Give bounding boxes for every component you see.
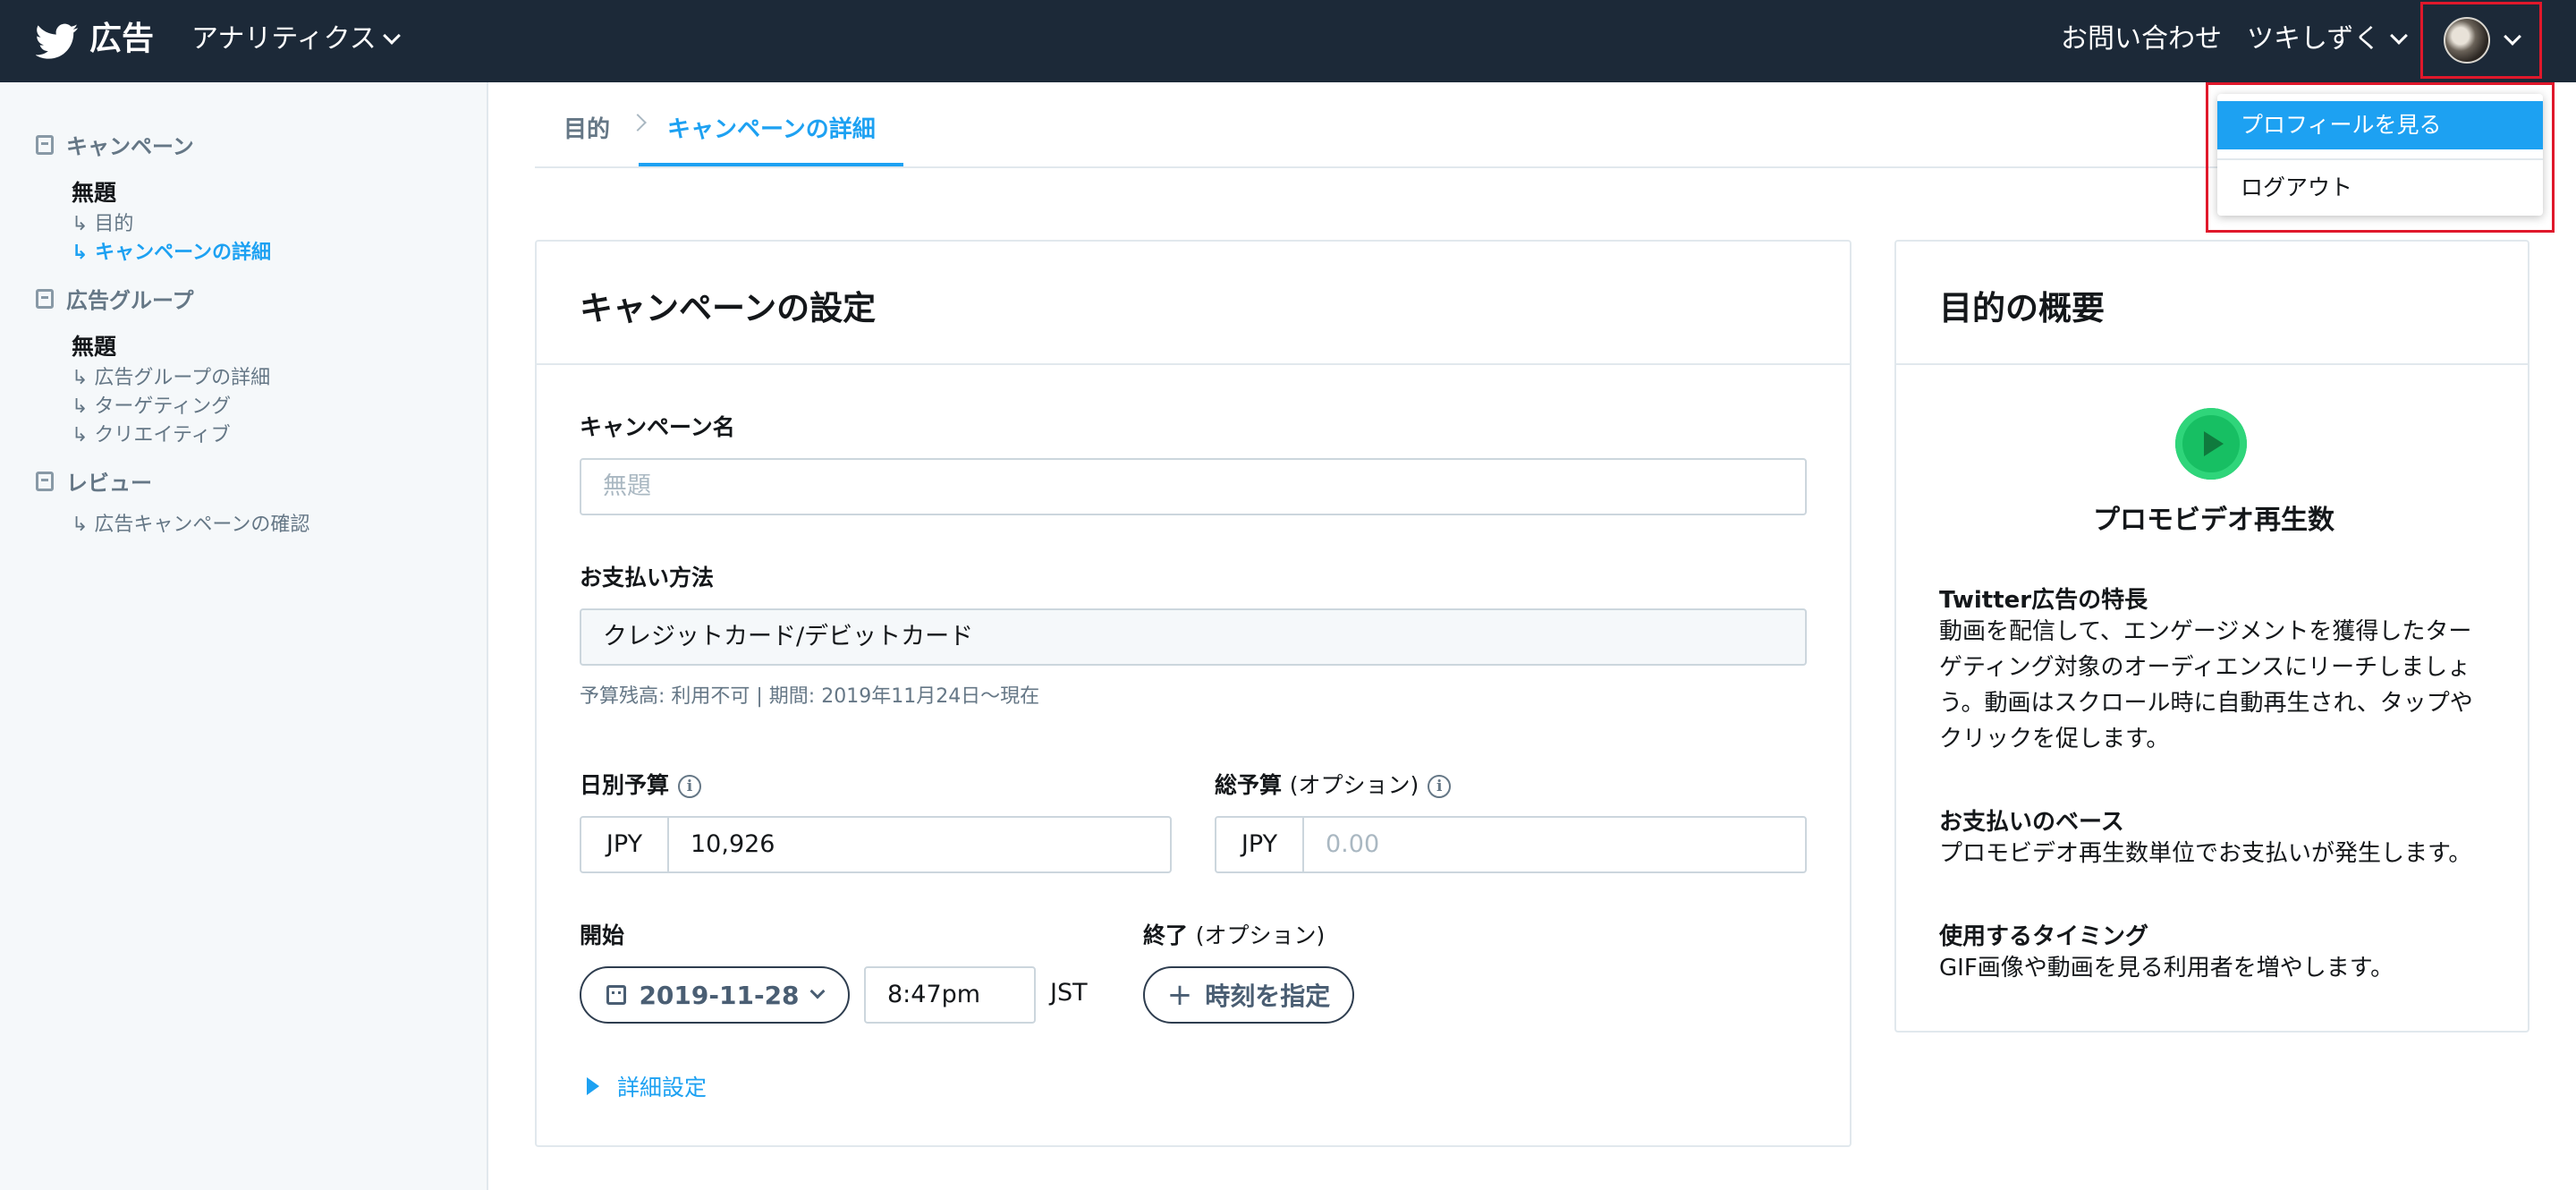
section-text: プロモビデオ再生数単位でお支払いが発生します。	[1939, 840, 2472, 867]
advanced-settings-label: 詳細設定	[617, 1075, 708, 1101]
section-text: GIF画像や動画を見る利用者を増やします。	[1939, 955, 2394, 982]
start-label: 開始	[580, 922, 625, 948]
daily-budget-field[interactable]: JPY 10,926	[580, 816, 1172, 873]
set-end-time-label: 時刻を指定	[1205, 982, 1331, 1011]
sidebar-item-objective[interactable]: ↳ 目的	[72, 208, 133, 236]
brand-label[interactable]: 広告	[89, 18, 154, 61]
info-icon[interactable]: i	[1428, 775, 1452, 798]
sidebar-adgroup-title: 無題	[72, 334, 117, 360]
card-divider	[1896, 363, 2528, 365]
calendar-icon	[606, 985, 627, 1005]
tab-campaign-details[interactable]: キャンペーンの詳細	[667, 111, 876, 144]
profile-menu-button[interactable]	[2420, 2, 2542, 79]
document-icon	[36, 288, 54, 309]
video-play-icon	[2175, 408, 2247, 480]
account-menu[interactable]: ツキしずく	[2247, 20, 2409, 59]
currency-label: JPY	[581, 818, 669, 871]
total-budget-field[interactable]: JPY 0.00	[1215, 816, 1807, 873]
dropdown-menu: プロフィールを見る ログアウト	[2217, 94, 2543, 216]
sidebar-section-adgroup[interactable]: 広告グループ	[36, 283, 194, 314]
avatar	[2444, 17, 2490, 64]
optional-label: (オプション)	[1195, 922, 1326, 948]
chevron-down-icon	[2390, 27, 2409, 45]
section-heading: お支払いのベース	[1939, 809, 2124, 836]
sidebar-section-review[interactable]: レビュー	[36, 465, 152, 497]
info-icon[interactable]: i	[678, 775, 702, 798]
start-time-input[interactable]: 8:47pm	[864, 966, 1036, 1024]
sidebar-item-review-campaign[interactable]: ↳ 広告キャンペーンの確認	[72, 508, 309, 537]
objective-summary-title: 目的の概要	[1939, 289, 2105, 327]
currency-label: JPY	[1216, 818, 1304, 871]
tab-objective[interactable]: 目的	[564, 111, 610, 144]
daily-budget-label: 日別予算 i	[580, 768, 702, 800]
sidebar-section-campaign[interactable]: キャンペーン	[36, 129, 194, 160]
objective-name: プロモビデオ再生数	[2093, 505, 2334, 536]
payment-hint: 予算残高: 利用不可 | 期間: 2019年11月24日〜現在	[580, 685, 1040, 708]
document-icon	[36, 471, 54, 491]
total-budget-label-text: 総予算	[1215, 772, 1283, 798]
sidebar-heading: キャンペーン	[66, 134, 194, 159]
active-tab-indicator	[639, 163, 903, 166]
end-label-text: 終了	[1143, 922, 1189, 948]
contact-link[interactable]: お問い合わせ	[2061, 20, 2222, 59]
username-label: ツキしずく	[2247, 23, 2381, 55]
analytics-label: アナリティクス	[191, 23, 377, 55]
menu-divider	[2217, 158, 2543, 160]
set-end-time-button[interactable]: + 時刻を指定	[1143, 966, 1354, 1024]
daily-budget-label-text: 日別予算	[580, 772, 670, 798]
sidebar-heading: レビュー	[66, 471, 152, 496]
campaign-settings-title: キャンペーンの設定	[580, 289, 877, 327]
start-date-picker[interactable]: 2019-11-28	[580, 966, 850, 1024]
sidebar-heading: 広告グループ	[66, 288, 194, 313]
card-divider	[537, 363, 1850, 365]
payment-method-label: お支払い方法	[580, 565, 715, 591]
campaign-name-label: キャンペーン名	[580, 414, 735, 440]
section-heading: Twitter広告の特長	[1939, 587, 2148, 614]
timezone-label: JST	[1050, 979, 1088, 1007]
total-budget-label: 総予算 (オプション) i	[1215, 768, 1452, 800]
optional-label: (オプション)	[1289, 772, 1419, 798]
sidebar-item-targeting[interactable]: ↳ ターゲティング	[72, 390, 231, 419]
view-profile-item[interactable]: プロフィールを見る	[2217, 101, 2543, 149]
analytics-menu[interactable]: アナリティクス	[191, 20, 401, 59]
logout-item[interactable]: ログアウト	[2217, 164, 2543, 212]
document-icon	[36, 134, 54, 155]
sidebar-item-campaign-details[interactable]: ↳ キャンペーンの詳細	[72, 236, 271, 265]
chevron-down-icon	[2504, 28, 2521, 46]
payment-method-select[interactable]: クレジットカード/デビットカード	[580, 608, 1807, 666]
sidebar-item-adgroup-details[interactable]: ↳ 広告グループの詳細	[72, 361, 270, 390]
total-budget-placeholder: 0.00	[1326, 830, 1380, 858]
end-label: 終了 (オプション)	[1143, 918, 1325, 950]
sidebar-campaign-title: 無題	[72, 180, 117, 206]
section-text: 動画を配信して、エンゲージメントを獲得したターゲティング対象のオーディエンスにリ…	[1939, 618, 2473, 752]
campaign-name-input[interactable]: 無題	[580, 458, 1807, 515]
start-date-value: 2019-11-28	[639, 980, 800, 1010]
top-nav: 広告 アナリティクス お問い合わせ ツキしずく	[0, 0, 2576, 82]
chevron-down-icon	[809, 983, 826, 999]
daily-budget-value: 10,926	[691, 830, 775, 858]
profile-dropdown: プロフィールを見る ログアウト	[2206, 82, 2555, 233]
sidebar-item-creative[interactable]: ↳ クリエイティブ	[72, 419, 231, 447]
chevron-down-icon	[382, 27, 401, 45]
twitter-bird-icon[interactable]	[36, 20, 79, 63]
section-heading: 使用するタイミング	[1939, 923, 2149, 950]
caret-right-icon	[587, 1077, 599, 1095]
advanced-settings-toggle[interactable]: 詳細設定	[587, 1070, 707, 1102]
plus-icon: +	[1166, 977, 1193, 1013]
